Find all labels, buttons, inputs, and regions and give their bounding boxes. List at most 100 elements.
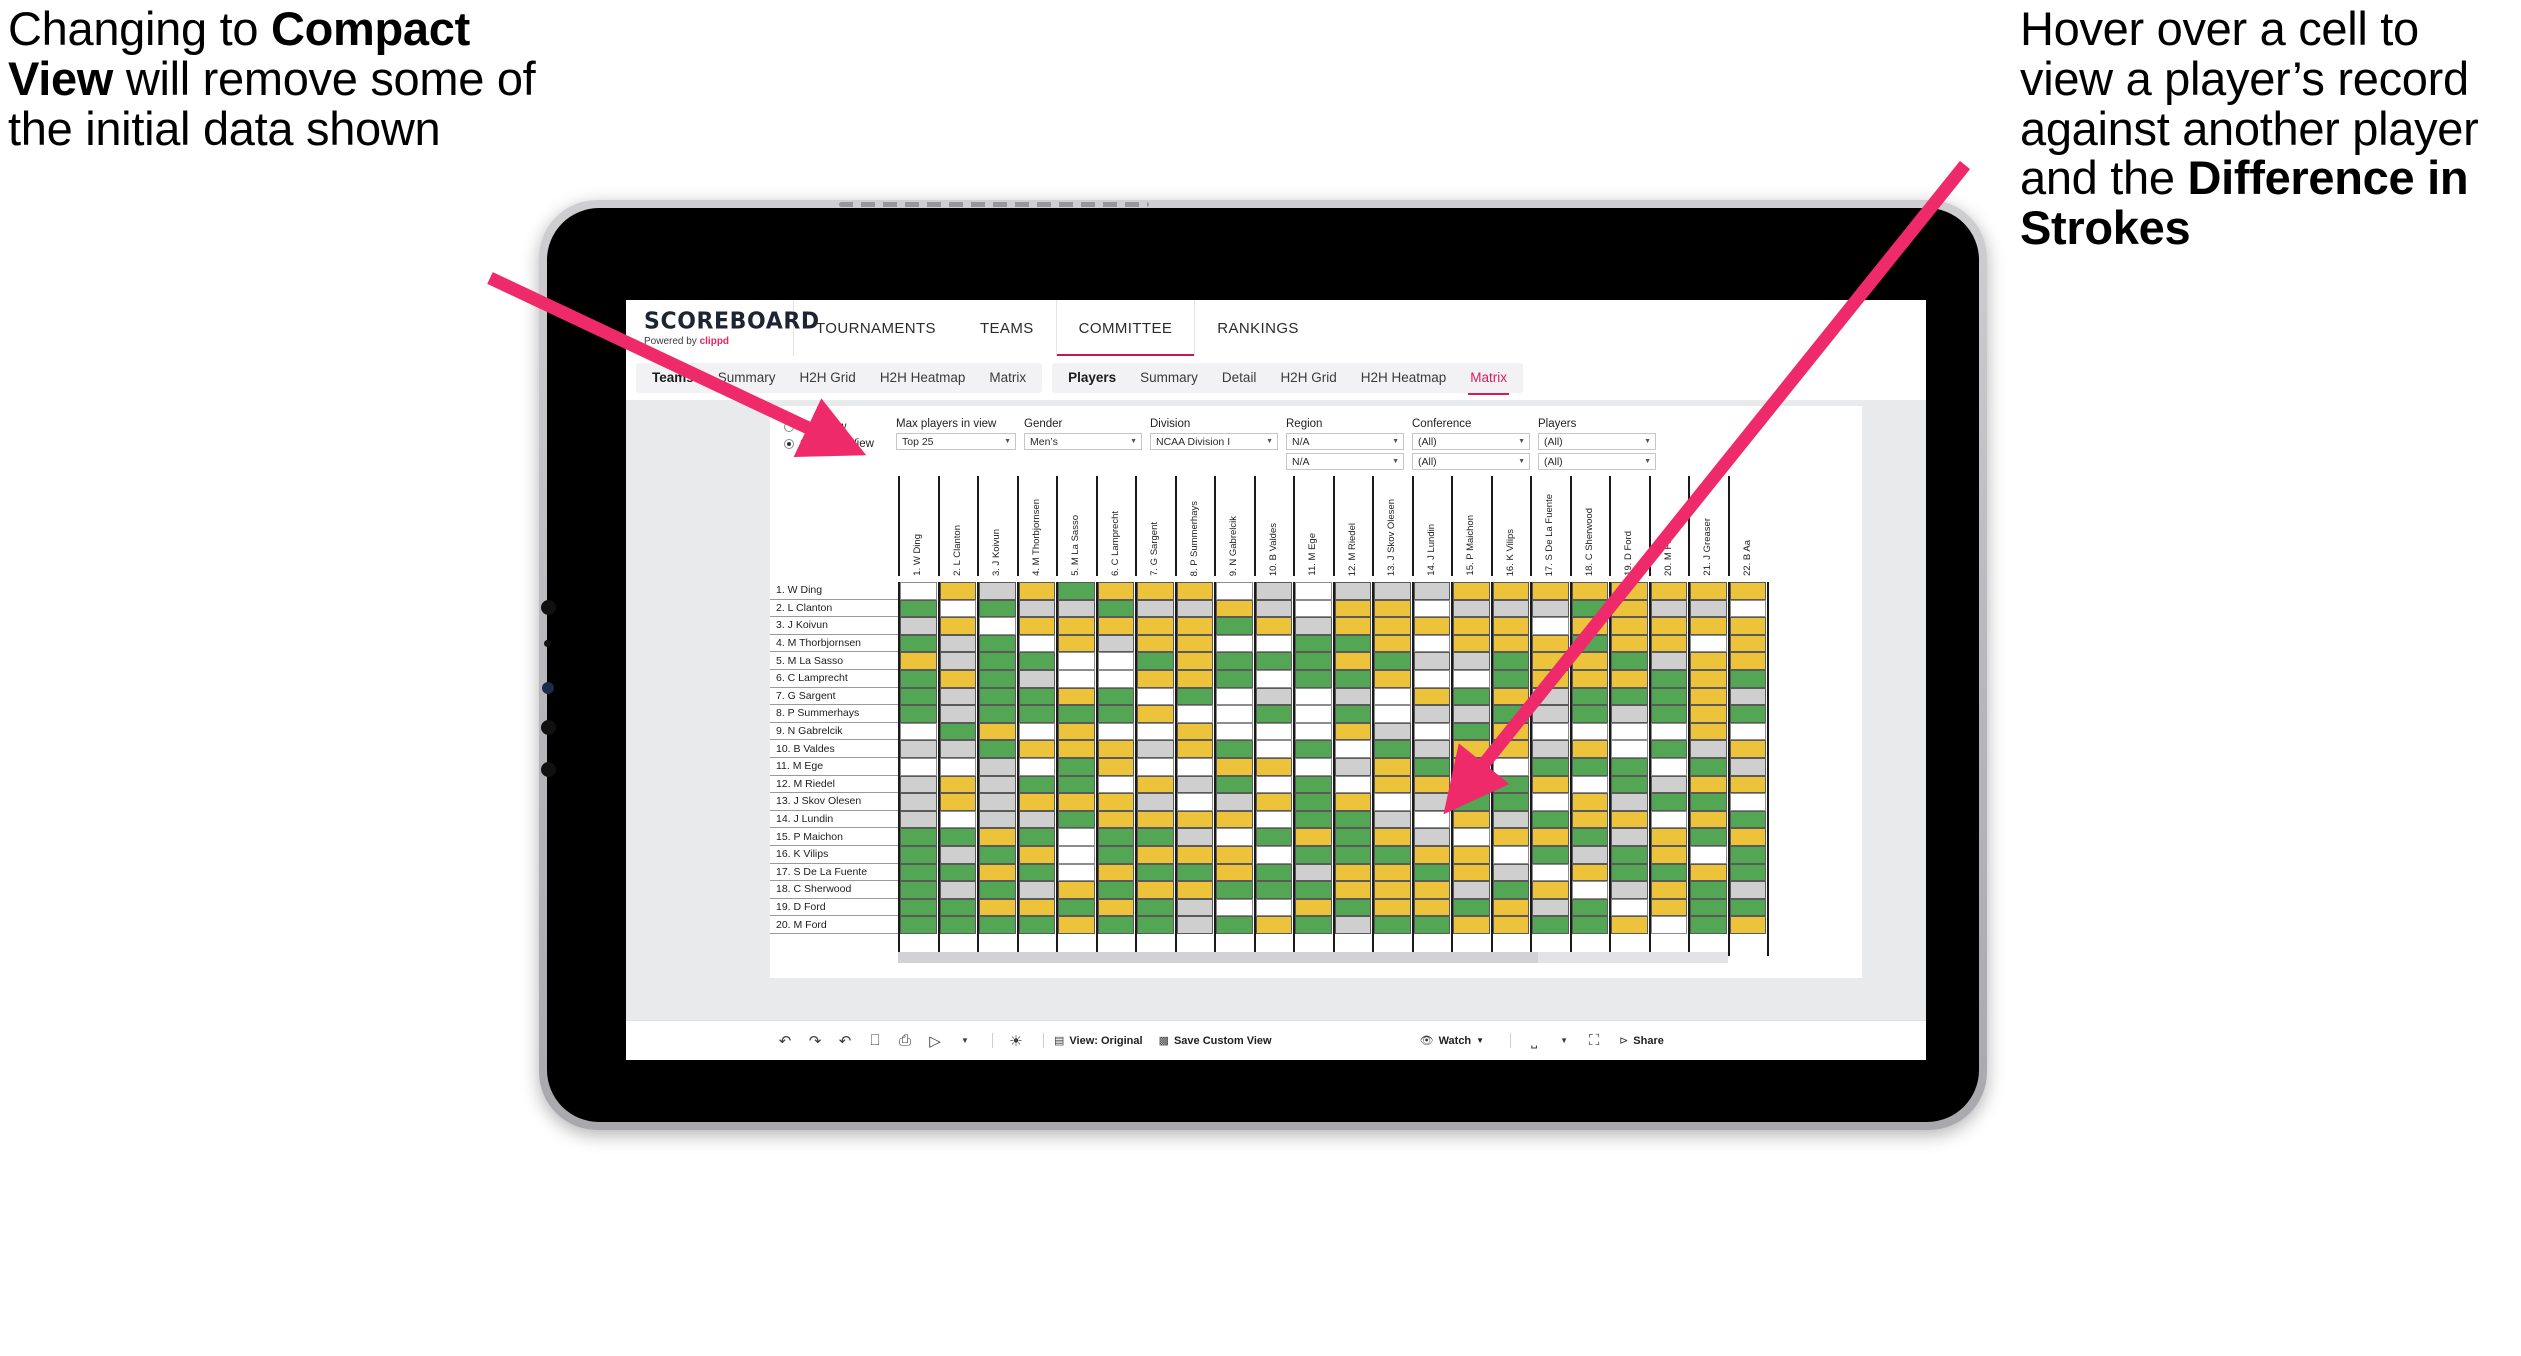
matrix-cell[interactable] (1137, 758, 1174, 776)
matrix-cell[interactable] (1255, 582, 1292, 600)
matrix-cell[interactable] (1334, 916, 1371, 934)
matrix-cell[interactable] (1611, 652, 1648, 670)
matrix-cell[interactable] (1097, 793, 1134, 811)
matrix-cell[interactable] (979, 758, 1016, 776)
matrix-cell[interactable] (1374, 634, 1411, 653)
matrix-cell[interactable] (1255, 898, 1292, 917)
matrix-cell[interactable] (1097, 775, 1134, 794)
matrix-cell[interactable] (1453, 617, 1490, 635)
matrix-cell[interactable] (1295, 705, 1332, 723)
matrix-cell[interactable] (900, 722, 937, 741)
matrix-cell[interactable] (979, 793, 1016, 811)
matrix-cell[interactable] (1374, 599, 1411, 618)
matrix-cell[interactable] (1453, 687, 1490, 706)
matrix-cell[interactable] (1729, 898, 1766, 917)
matrix-cell[interactable] (1137, 846, 1174, 864)
matrix-cell[interactable] (1729, 599, 1766, 618)
matrix-cell[interactable] (1255, 828, 1292, 846)
matrix-cell[interactable] (1650, 687, 1687, 706)
matrix-col-header[interactable]: 20. M Ford (1648, 476, 1689, 576)
matrix-cell[interactable] (1058, 863, 1095, 882)
matrix-cell[interactable] (1176, 599, 1213, 618)
matrix-cell[interactable] (1532, 881, 1569, 899)
matrix-cell[interactable] (1571, 599, 1608, 618)
matrix-col-header[interactable]: 17. S De La Fuente (1530, 476, 1570, 576)
matrix-cell[interactable] (1650, 916, 1687, 934)
matrix-cell[interactable] (1492, 722, 1529, 741)
view-radio-full-view[interactable]: Full View (784, 418, 896, 435)
matrix-cell[interactable] (1374, 863, 1411, 882)
matrix-cell[interactable] (900, 740, 937, 758)
sub-nav-item-teams[interactable]: Teams (640, 363, 706, 393)
matrix-cell[interactable] (1611, 705, 1648, 723)
matrix-cell[interactable] (1532, 740, 1569, 758)
matrix-row-header[interactable]: 1. W Ding (770, 582, 898, 600)
matrix-cell[interactable] (1334, 793, 1371, 811)
matrix-cell[interactable] (1374, 810, 1411, 829)
matrix-cell[interactable] (1453, 599, 1490, 618)
revert-icon[interactable]: ↶ (832, 1028, 858, 1054)
matrix-cell[interactable] (1255, 705, 1292, 723)
matrix-cell[interactable] (1571, 705, 1608, 723)
matrix-cell[interactable] (1334, 846, 1371, 864)
matrix-cell[interactable] (1176, 810, 1213, 829)
matrix-cell[interactable] (1413, 828, 1450, 846)
matrix-cell[interactable] (1176, 634, 1213, 653)
matrix-cell[interactable] (1334, 898, 1371, 917)
matrix-cell[interactable] (1295, 582, 1332, 600)
matrix-cell[interactable] (1137, 793, 1174, 811)
matrix-cell[interactable] (1492, 617, 1529, 635)
matrix-row-header[interactable]: 6. C Lamprecht (770, 670, 898, 688)
matrix-cell[interactable] (1255, 775, 1292, 794)
matrix-cell[interactable] (1611, 722, 1648, 741)
matrix-cell[interactable] (1532, 687, 1569, 706)
matrix-cell[interactable] (1295, 652, 1332, 670)
matrix-row-header[interactable]: 12. M Riedel (770, 776, 898, 794)
matrix-col-header[interactable]: 1. W Ding (898, 476, 938, 576)
matrix-row-header[interactable]: 13. J Skov Olesen (770, 793, 898, 811)
matrix-cell[interactable] (1374, 898, 1411, 917)
matrix-col-header[interactable]: 19. D Ford (1609, 476, 1649, 576)
matrix-cell[interactable] (1216, 863, 1253, 882)
matrix-cell[interactable] (1374, 775, 1411, 794)
matrix-cell[interactable] (1018, 617, 1055, 635)
filter-select-region[interactable]: N/A ▼ (1286, 433, 1404, 450)
matrix-cell[interactable] (1216, 652, 1253, 670)
matrix-cell[interactable] (1690, 617, 1727, 635)
brand-logo[interactable]: SCOREBOARD Powered by clippd (626, 300, 819, 356)
matrix-cell[interactable] (1690, 758, 1727, 776)
matrix-row-header[interactable]: 2. L Clanton (770, 600, 898, 618)
matrix-cell[interactable] (1334, 722, 1371, 741)
matrix-cell[interactable] (1729, 670, 1766, 688)
matrix-cell[interactable] (1216, 828, 1253, 846)
matrix-row-header[interactable]: 20. M Ford (770, 916, 898, 934)
matrix-cell[interactable] (1058, 617, 1095, 635)
matrix-cell[interactable] (1690, 740, 1727, 758)
matrix-cell[interactable] (1374, 687, 1411, 706)
matrix-cell[interactable] (1176, 846, 1213, 864)
matrix-cell[interactable] (1413, 634, 1450, 653)
matrix-cell[interactable] (1216, 740, 1253, 758)
filter-select-conference[interactable]: (All) ▼ (1412, 433, 1530, 450)
matrix-cell[interactable] (1176, 705, 1213, 723)
matrix-cell[interactable] (1492, 793, 1529, 811)
matrix-cell[interactable] (1413, 775, 1450, 794)
matrix-cell[interactable] (939, 846, 976, 864)
matrix-cell[interactable] (1611, 881, 1648, 899)
matrix-cell[interactable] (1413, 846, 1450, 864)
matrix-cell[interactable] (1216, 793, 1253, 811)
matrix-cell[interactable] (1097, 740, 1134, 758)
matrix-col-header[interactable]: 7. G Sargent (1135, 476, 1175, 576)
matrix-col-header[interactable]: 16. K Vilips (1490, 476, 1531, 576)
matrix-cell[interactable] (1492, 634, 1529, 653)
matrix-col-header[interactable]: 5. M La Sasso (1056, 476, 1096, 576)
matrix-row-header[interactable]: 5. M La Sasso (770, 652, 898, 670)
matrix-cell[interactable] (1137, 705, 1174, 723)
matrix-cell[interactable] (1571, 652, 1608, 670)
matrix-cell[interactable] (1137, 828, 1174, 846)
matrix-cell[interactable] (979, 582, 1016, 600)
matrix-cell[interactable] (1492, 705, 1529, 723)
zoom-icon[interactable]: ▷ (922, 1028, 948, 1054)
matrix-cell[interactable] (1611, 898, 1648, 917)
matrix-cell[interactable] (1492, 828, 1529, 846)
